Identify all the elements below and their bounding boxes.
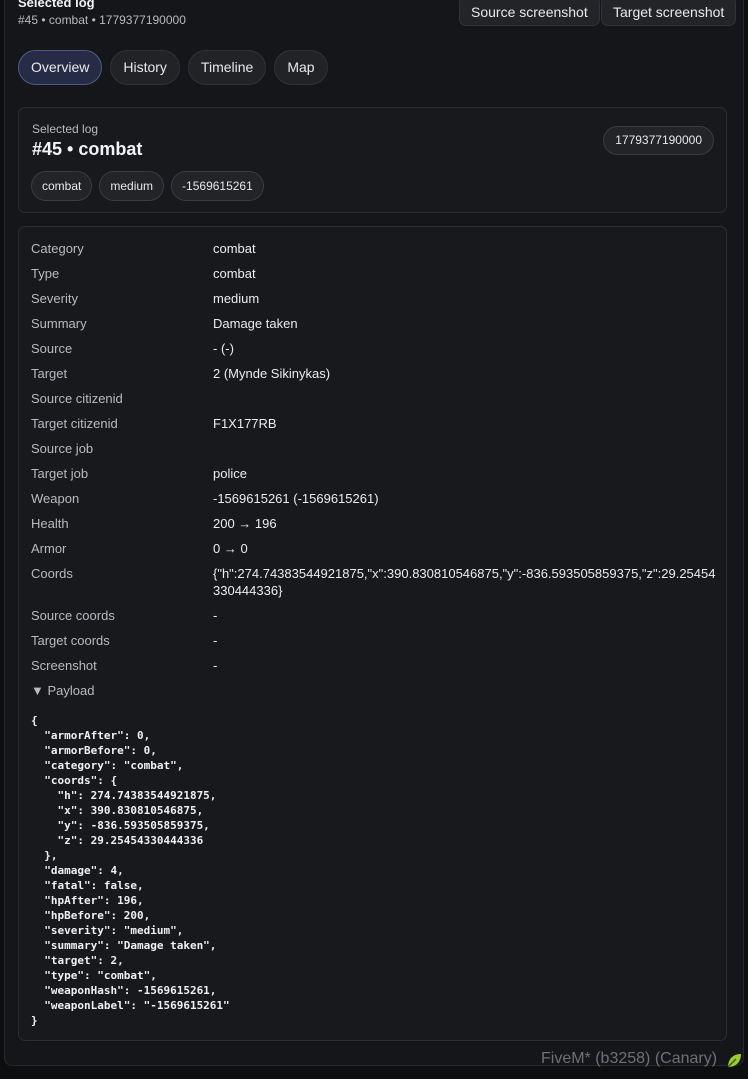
detail-key: Target <box>31 366 68 381</box>
details-list: Category combat Type combat Severity medium… <box>31 240 716 1028</box>
detail-key: Source citizenid <box>31 391 123 406</box>
detail-key: Category <box>31 241 84 256</box>
detail-key: Source <box>31 341 73 356</box>
detail-key: Summary <box>31 316 87 331</box>
detail-row-target-coords: Target coords - <box>31 632 716 649</box>
severity-chip: medium <box>99 171 165 201</box>
detail-value: F1X177RB <box>213 416 277 431</box>
build-label: FiveM* (b3258) (Canary) <box>541 1050 718 1067</box>
detail-value: combat <box>213 241 256 256</box>
header-title: Selected log <box>18 0 95 10</box>
header-subtitle: #45 • combat • 1779377190000 <box>18 13 186 27</box>
detail-key: Source job <box>31 441 94 456</box>
detail-key: Armor <box>31 541 67 556</box>
detail-value: police <box>213 466 247 481</box>
detail-row-severity: Severity medium <box>31 290 716 307</box>
selected-log-card: Selected log #45 • combat 1779377190000 … <box>18 107 727 213</box>
payload-json: { "armorAfter": 0, "armorBefore": 0, "ca… <box>31 714 230 1027</box>
detail-value: combat <box>213 266 256 281</box>
detail-row-summary: Summary Damage taken <box>31 315 716 332</box>
detail-row-screenshot: Screenshot - <box>31 657 716 674</box>
detail-row-coords: Coords {"h":274.74383544921875,"x":390.83… <box>31 565 716 599</box>
tab-timeline[interactable]: Timeline <box>187 50 267 85</box>
detail-key: Source coords <box>31 608 115 623</box>
detail-key: Target coords <box>31 633 110 648</box>
detail-row-weapon: Weapon -1569615261 (-1569615261) <box>31 490 716 507</box>
detail-row-target-job: Target job police <box>31 465 716 482</box>
detail-value: 0 → 0 <box>213 541 248 556</box>
tab-map[interactable]: Map <box>274 50 328 85</box>
detail-value: 200 → 196 <box>213 516 277 531</box>
detail-row-target: Target 2 (Mynde Sikinykas) <box>31 365 716 382</box>
detail-row-category: Category combat <box>31 240 716 257</box>
detail-key: Target job <box>31 466 89 481</box>
detail-value: - (-) <box>213 341 234 356</box>
detail-value: -1569615261 (-1569615261) <box>213 491 379 506</box>
detail-key: Severity <box>31 291 78 306</box>
detail-value <box>213 440 716 457</box>
category-chip: combat <box>31 171 93 201</box>
detail-row-source-citizenid: Source citizenid <box>31 390 716 407</box>
payload-toggle[interactable]: ▼ Payload <box>31 683 716 698</box>
detail-row-source: Source - (-) <box>31 340 716 357</box>
tab-bar: Overview History Timeline Map <box>18 50 328 85</box>
detail-key: Coords <box>31 566 73 581</box>
detail-value: - <box>213 658 218 673</box>
tab-history[interactable]: History <box>110 50 180 85</box>
detail-key: Screenshot <box>31 658 97 673</box>
target-screenshot-button[interactable]: Target screenshot <box>601 0 737 26</box>
detail-row-source-coords: Source coords - <box>31 607 716 624</box>
detail-row-target-citizenid: Target citizenid F1X177RB <box>31 415 716 432</box>
detail-row-source-job: Source job <box>31 440 716 457</box>
detail-row-health: Health 200 → 196 <box>31 515 716 532</box>
detail-key: Health <box>31 516 69 531</box>
detail-value: - <box>213 608 218 623</box>
detail-value: {"h":274.74383544921875,"x":390.83081054… <box>213 566 716 598</box>
detail-row-type: Type combat <box>31 265 716 282</box>
source-screenshot-button[interactable]: Source screenshot <box>459 0 600 26</box>
detail-value <box>213 390 716 407</box>
weapon-chip: -1569615261 <box>171 171 264 201</box>
selected-log-caption: Selected log <box>32 122 99 136</box>
tag-chips: combat medium -1569615261 <box>31 171 264 201</box>
tab-overview[interactable]: Overview <box>18 50 103 85</box>
selected-log-title: #45 • combat <box>32 139 143 159</box>
detail-value: medium <box>213 291 260 306</box>
detail-value: Damage taken <box>213 316 298 331</box>
detail-key: Weapon <box>31 491 80 506</box>
details-card: Category combat Type combat Severity medium… <box>18 226 727 1041</box>
detail-row-armor: Armor 0 → 0 <box>31 540 716 557</box>
detail-key: Target citizenid <box>31 416 118 431</box>
detail-value: 2 (Mynde Sikinykas) <box>213 366 331 381</box>
detail-value: - <box>213 633 218 648</box>
fivem-leaf-icon <box>727 1054 741 1068</box>
detail-key: Type <box>31 266 60 281</box>
timestamp-badge: 1779377190000 <box>603 126 714 155</box>
